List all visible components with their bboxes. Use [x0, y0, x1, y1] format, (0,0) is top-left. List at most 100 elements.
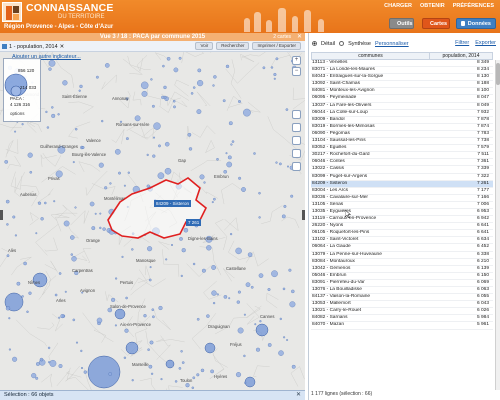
population-bubble[interactable]: [12, 356, 18, 362]
population-bubble[interactable]: [287, 165, 289, 168]
population-bubble[interactable]: [72, 161, 75, 164]
population-bubble[interactable]: [211, 201, 214, 204]
population-bubble[interactable]: [114, 324, 117, 327]
table-row[interactable]: 13022 - Cassis 7 339: [311, 166, 493, 174]
population-bubble[interactable]: [213, 75, 217, 79]
population-bubble[interactable]: [173, 67, 179, 73]
table-row[interactable]: 83009 - Bandol 7 878: [311, 117, 493, 124]
population-bubble[interactable]: [279, 317, 282, 321]
table-row[interactable]: 13021 - Carry-le-Rouet 6 026: [311, 308, 493, 316]
column-header-communes[interactable]: communes: [312, 53, 430, 59]
table-scrollbar[interactable]: [495, 60, 500, 390]
population-bubble[interactable]: [283, 204, 287, 208]
population-bubble[interactable]: [62, 80, 68, 86]
synthese-radio[interactable]: [339, 41, 345, 46]
population-bubble[interactable]: [164, 167, 172, 175]
population-bubble[interactable]: [290, 194, 294, 198]
population-bubble[interactable]: [196, 373, 200, 377]
population-bubble[interactable]: [259, 320, 262, 323]
population-bubble[interactable]: [204, 342, 216, 354]
population-bubble[interactable]: [4, 160, 8, 164]
table-row[interactable]: 06105 - Roquefort-les-Pins 6 641: [311, 230, 493, 238]
population-bubble[interactable]: [289, 301, 296, 308]
population-bubble[interactable]: [241, 187, 246, 192]
population-bubble[interactable]: [121, 255, 124, 258]
population-bubble[interactable]: [64, 290, 67, 293]
population-bubble[interactable]: [243, 313, 246, 316]
table-row[interactable]: 84070 - Mazan 5 961: [311, 322, 493, 330]
population-bubble[interactable]: [281, 214, 286, 219]
table-row[interactable]: 06064 - La Gaude 6 452: [311, 244, 493, 252]
population-bubble[interactable]: [163, 85, 167, 90]
population-bubble[interactable]: [5, 306, 11, 311]
map-cards-count[interactable]: 2 cartes: [273, 33, 291, 41]
map-view-title[interactable]: Vue 3 / 18 : PACA par commune 2015: [0, 33, 305, 41]
population-bubble[interactable]: [267, 288, 271, 291]
population-bubble[interactable]: [150, 78, 153, 81]
population-bubble[interactable]: [238, 176, 242, 180]
table-row[interactable]: 06044 - La Colle-sur-Loup 7 932: [311, 110, 493, 117]
population-bubble[interactable]: [53, 200, 56, 203]
population-bubble[interactable]: [70, 235, 75, 240]
population-bubble[interactable]: [60, 314, 65, 319]
population-bubble[interactable]: [160, 378, 163, 381]
population-bubble[interactable]: [151, 372, 154, 375]
scroll-thumb[interactable]: [496, 63, 500, 85]
population-bubble[interactable]: [200, 368, 205, 373]
table-row[interactable]: 13105 - Sénas 7 006: [311, 202, 493, 209]
table-row[interactable]: 84209 - Sisteron 7 261: [311, 180, 493, 188]
population-bubble[interactable]: [98, 162, 104, 168]
map-canvas[interactable]: Ajouter un autre indicateur... Saint-Cha…: [0, 52, 305, 392]
population-bubble[interactable]: [149, 266, 152, 269]
population-bubble[interactable]: [54, 293, 58, 297]
table-row[interactable]: 84081 - Monteux-les-Avignon 8 100: [311, 88, 493, 96]
layer-tab[interactable]: 1 - population, 2014 ✕: [2, 42, 64, 51]
population-bubble[interactable]: [279, 162, 282, 166]
select-icon[interactable]: [292, 123, 301, 132]
population-bubble[interactable]: [164, 141, 170, 147]
population-bubble[interactable]: [124, 328, 129, 333]
population-bubble[interactable]: [190, 92, 194, 95]
menu-charger[interactable]: CHARGER: [384, 3, 412, 9]
population-bubble[interactable]: [158, 144, 161, 148]
population-bubble[interactable]: [245, 282, 251, 288]
population-bubble[interactable]: [78, 89, 81, 92]
population-bubble[interactable]: [114, 308, 126, 320]
population-bubble[interactable]: [108, 372, 112, 376]
population-bubble[interactable]: [21, 295, 24, 298]
population-bubble[interactable]: [288, 268, 292, 272]
population-bubble[interactable]: [12, 215, 16, 219]
table-row[interactable]: 06090 - Pégomas 7 783: [311, 131, 493, 139]
population-bubble[interactable]: [102, 227, 106, 231]
population-bubble[interactable]: [180, 350, 183, 353]
collapse-right-handle[interactable]: [302, 210, 305, 220]
population-bubble[interactable]: [81, 146, 85, 149]
population-bubble[interactable]: [51, 113, 56, 118]
population-bubble[interactable]: [216, 293, 219, 296]
table-row[interactable]: 26220 - Nyons 6 641: [311, 223, 493, 231]
population-bubble[interactable]: [163, 95, 167, 99]
population-bubble[interactable]: [258, 191, 261, 195]
population-bubble[interactable]: [49, 360, 57, 367]
population-bubble[interactable]: [115, 149, 121, 155]
table-row[interactable]: 13053 - Mallemort 6 043: [311, 301, 493, 309]
population-bubble[interactable]: [283, 336, 286, 339]
table-row[interactable]: 06046 - Contes 7 361: [311, 159, 493, 167]
table-row[interactable]: 83084 - Montauroux 6 210: [311, 259, 493, 266]
table-row[interactable]: 05046 - Embrun 6 150: [311, 273, 493, 280]
population-bubble[interactable]: [83, 370, 87, 374]
population-bubble[interactable]: [230, 233, 233, 236]
population-bubble[interactable]: [80, 349, 83, 352]
population-bubble[interactable]: [188, 147, 193, 151]
population-bubble[interactable]: [165, 359, 175, 369]
population-bubble[interactable]: [141, 90, 148, 97]
table-row[interactable]: 83091 - Pierrefeu-du-Var 6 069: [311, 280, 493, 287]
population-bubble[interactable]: [247, 252, 253, 257]
population-bubble[interactable]: [94, 212, 97, 215]
population-bubble[interactable]: [72, 318, 76, 322]
menu-obtenir[interactable]: OBTENIR: [420, 3, 445, 9]
table-row[interactable]: 83099 - Puget-sur-Argens 7 322: [311, 174, 493, 181]
table-row[interactable]: 13035 - Eyguières 6 953: [311, 209, 493, 217]
population-bubble[interactable]: [63, 220, 70, 227]
population-bubble[interactable]: [258, 216, 261, 219]
